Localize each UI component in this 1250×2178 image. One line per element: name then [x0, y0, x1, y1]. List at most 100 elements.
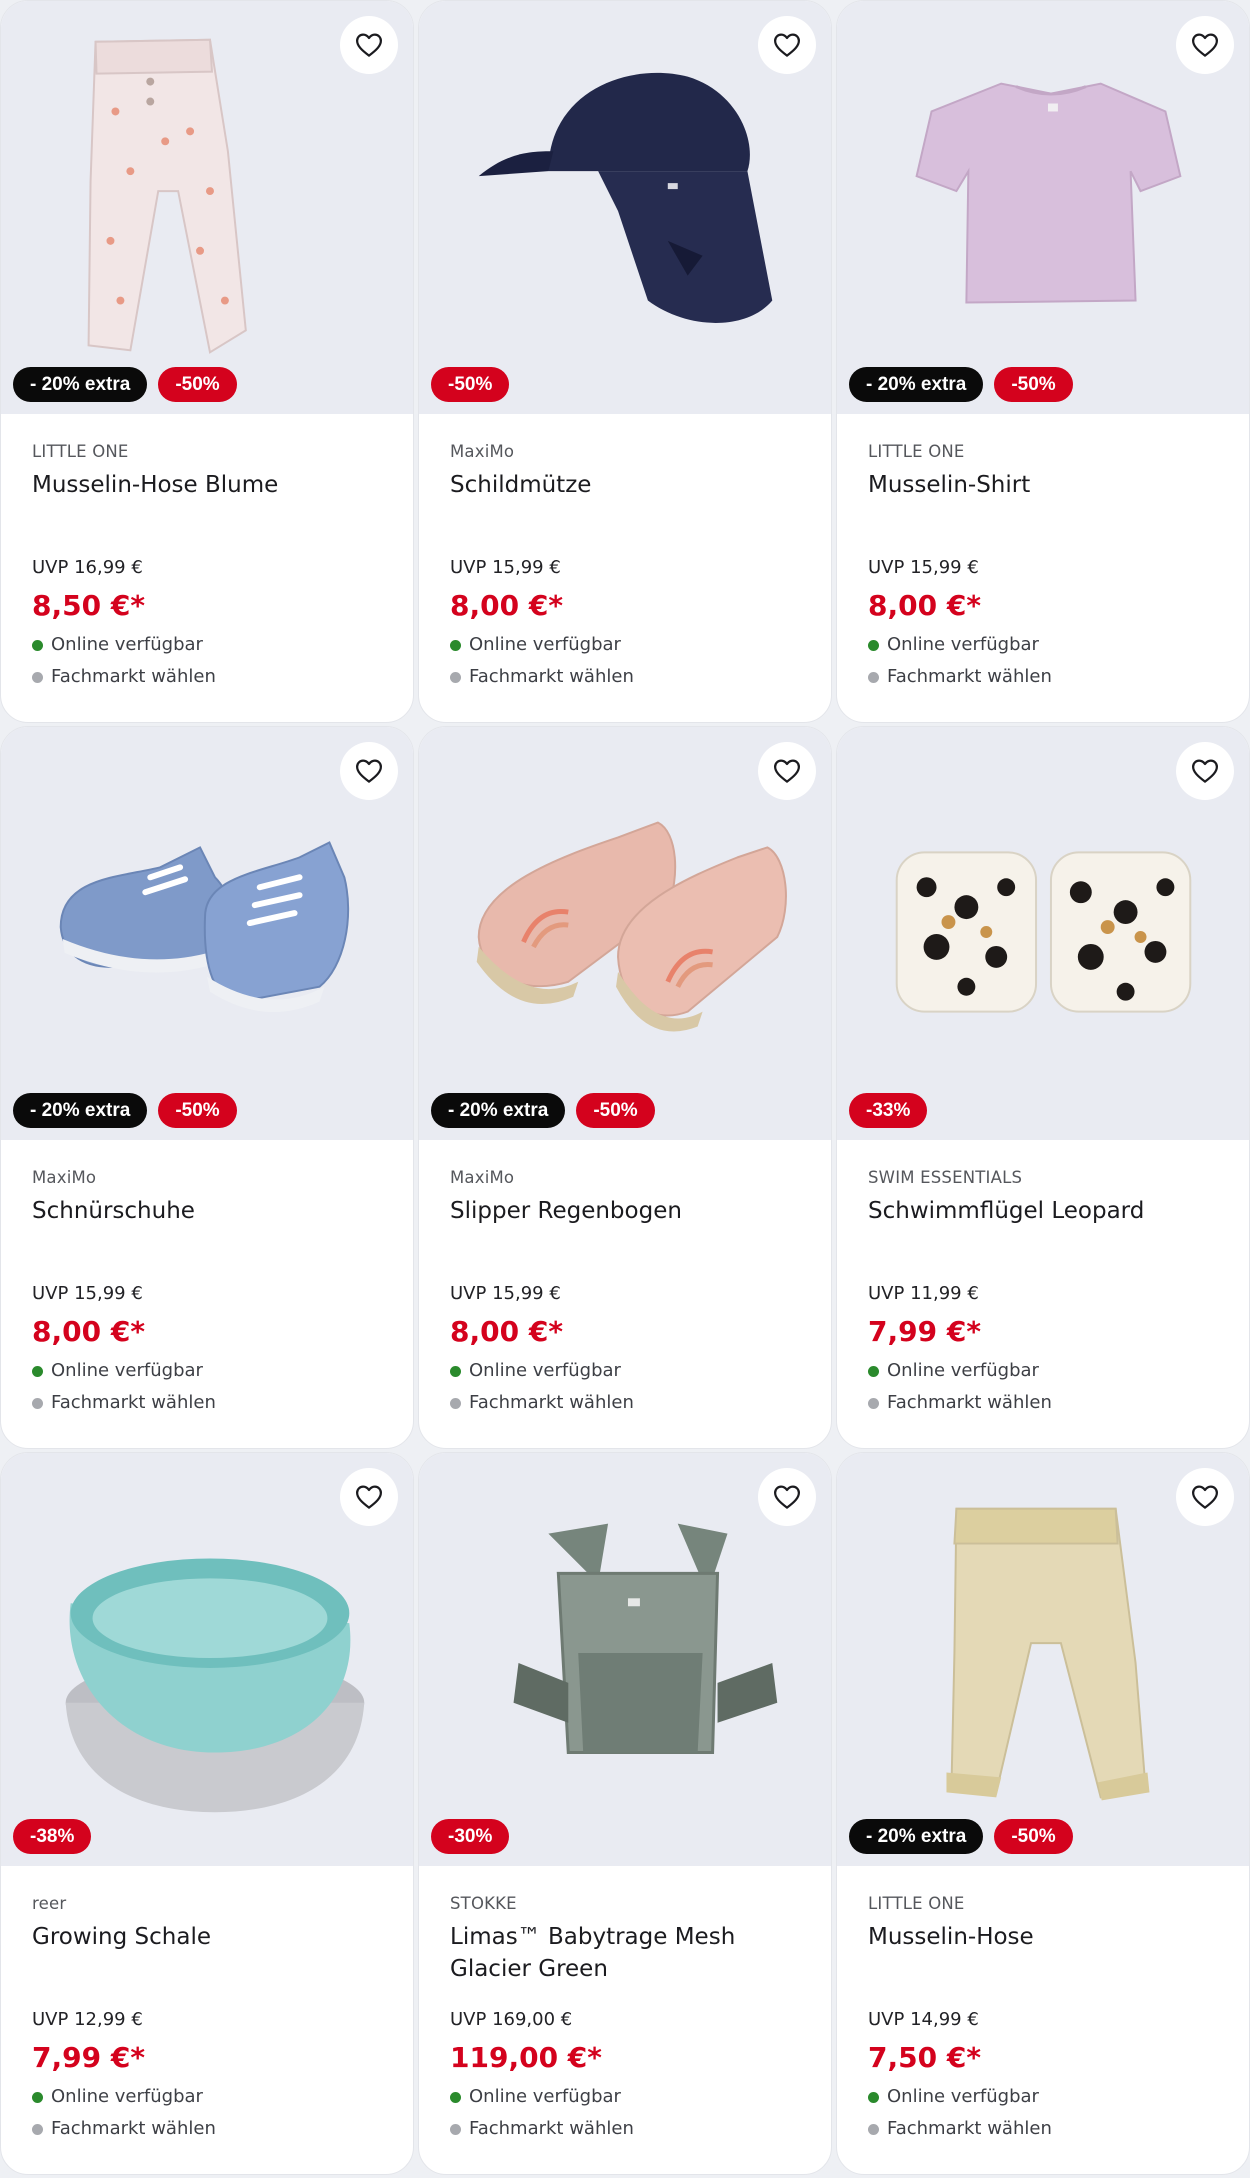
favorite-button[interactable] [1176, 16, 1234, 74]
favorite-button[interactable] [340, 742, 398, 800]
store-select-label[interactable]: Fachmarkt wählen [469, 1387, 634, 1419]
product-image[interactable]: -33% [837, 727, 1249, 1140]
store-select[interactable]: Fachmarkt wählen [32, 661, 382, 693]
online-status-dot [32, 1365, 43, 1377]
product-uvp: UVP 11,99 € [868, 1283, 979, 1304]
online-availability: Online verfügbar [868, 2081, 1218, 2113]
product-brand: SWIM ESSENTIALS [868, 1168, 1023, 1187]
product-card[interactable]: -33% SWIM ESSENTIALS Schwimmflügel Leopa… [836, 726, 1250, 1449]
product-price: 8,00 €* [450, 589, 563, 622]
store-select-label[interactable]: Fachmarkt wählen [51, 2113, 216, 2145]
product-price: 8,00 €* [32, 1315, 145, 1348]
heart-outline-icon [774, 759, 800, 783]
product-card[interactable]: - 20% extra -50% MaxiMo Slipper Regenboge… [418, 726, 832, 1449]
sale-badge: -38% [13, 1819, 92, 1854]
sale-badge: -50% [576, 1093, 655, 1128]
product-name[interactable]: Slipper Regenbogen [450, 1195, 800, 1281]
extra-discount-badge: - 20% extra [13, 1093, 148, 1128]
product-uvp: UVP 15,99 € [450, 557, 561, 578]
product-price: 8,00 €* [450, 1315, 563, 1348]
store-select-label[interactable]: Fachmarkt wählen [887, 661, 1052, 693]
product-image[interactable]: - 20% extra -50% [1, 727, 413, 1140]
product-name[interactable]: Schwimmflügel Leopard [868, 1195, 1218, 1281]
store-status-dot [32, 2123, 43, 2135]
product-image[interactable]: -30% [419, 1453, 831, 1866]
product-name[interactable]: Growing Schale [32, 1921, 382, 2007]
product-name[interactable]: Musselin-Hose [868, 1921, 1218, 2007]
product-grid: - 20% extra -50% LITTLE ONE Musselin-Hose… [0, 0, 1250, 2178]
product-card[interactable]: - 20% extra -50% MaxiMo Schnürschuhe UVP … [0, 726, 414, 1449]
store-select[interactable]: Fachmarkt wählen [450, 661, 800, 693]
online-availability: Online verfügbar [32, 2081, 382, 2113]
product-image[interactable]: -50% [419, 1, 831, 414]
store-select[interactable]: Fachmarkt wählen [32, 2113, 382, 2145]
product-info: LITTLE ONE Musselin-Hose UVP 14,99 € 7,5… [837, 1866, 1249, 2145]
product-card[interactable]: - 20% extra -50% LITTLE ONE Musselin-Hose… [836, 1452, 1250, 2175]
product-card[interactable]: - 20% extra -50% LITTLE ONE Musselin-Shir… [836, 0, 1250, 723]
product-image[interactable]: - 20% extra -50% [837, 1, 1249, 414]
heart-outline-icon [356, 1485, 382, 1509]
store-select[interactable]: Fachmarkt wählen [868, 1387, 1218, 1419]
online-availability-label: Online verfügbar [51, 1360, 203, 1381]
product-image[interactable]: - 20% extra -50% [419, 727, 831, 1140]
store-status-dot [450, 2123, 461, 2135]
heart-outline-icon [356, 33, 382, 57]
favorite-button[interactable] [758, 742, 816, 800]
store-select-label[interactable]: Fachmarkt wählen [469, 661, 634, 693]
product-card[interactable]: -38% reer Growing Schale UVP 12,99 € 7,9… [0, 1452, 414, 2175]
product-info: reer Growing Schale UVP 12,99 € 7,99 €* … [1, 1866, 413, 2145]
product-brand: STOKKE [450, 1894, 517, 1913]
store-select-label[interactable]: Fachmarkt wählen [469, 2113, 634, 2145]
product-uvp: UVP 12,99 € [32, 2009, 143, 2030]
product-info: MaxiMo Slipper Regenbogen UVP 15,99 € 8,… [419, 1140, 831, 1419]
store-status-dot [32, 1397, 43, 1409]
online-availability: Online verfügbar [868, 1355, 1218, 1387]
store-select-label[interactable]: Fachmarkt wählen [887, 1387, 1052, 1419]
online-status-dot [868, 1365, 879, 1377]
store-select[interactable]: Fachmarkt wählen [450, 2113, 800, 2145]
product-name[interactable]: Musselin-Shirt [868, 469, 1218, 555]
product-name[interactable]: Limas™ Babytrage Mesh Glacier Green [450, 1921, 800, 2007]
online-availability-label: Online verfügbar [51, 634, 203, 655]
discount-badges: -38% [13, 1819, 92, 1854]
product-brand: LITTLE ONE [868, 1894, 965, 1913]
favorite-button[interactable] [758, 16, 816, 74]
product-card[interactable]: -30% STOKKE Limas™ Babytrage Mesh Glacie… [418, 1452, 832, 2175]
product-name[interactable]: Schnürschuhe [32, 1195, 382, 1281]
heart-outline-icon [1192, 1485, 1218, 1509]
product-card[interactable]: - 20% extra -50% LITTLE ONE Musselin-Hose… [0, 0, 414, 723]
online-status-dot [32, 639, 43, 651]
heart-outline-icon [1192, 33, 1218, 57]
product-price: 119,00 €* [450, 2041, 602, 2074]
discount-badges: - 20% extra -50% [431, 1093, 655, 1128]
store-status-dot [450, 671, 461, 683]
store-select[interactable]: Fachmarkt wählen [32, 1387, 382, 1419]
extra-discount-badge: - 20% extra [13, 367, 148, 402]
online-availability-label: Online verfügbar [887, 1360, 1039, 1381]
product-image[interactable]: - 20% extra -50% [837, 1453, 1249, 1866]
heart-outline-icon [774, 1485, 800, 1509]
product-brand: MaxiMo [32, 1168, 97, 1187]
discount-badges: - 20% extra -50% [13, 367, 237, 402]
product-image[interactable]: -38% [1, 1453, 413, 1866]
store-select[interactable]: Fachmarkt wählen [450, 1387, 800, 1419]
product-info: MaxiMo Schnürschuhe UVP 15,99 € 8,00 €* … [1, 1140, 413, 1419]
sale-badge: -33% [849, 1093, 928, 1128]
product-image[interactable]: - 20% extra -50% [1, 1, 413, 414]
product-uvp: UVP 15,99 € [450, 1283, 561, 1304]
store-select-label[interactable]: Fachmarkt wählen [51, 1387, 216, 1419]
favorite-button[interactable] [758, 1468, 816, 1526]
favorite-button[interactable] [340, 16, 398, 74]
product-card[interactable]: -50% MaxiMo Schildmütze UVP 15,99 € 8,00… [418, 0, 832, 723]
store-select[interactable]: Fachmarkt wählen [868, 2113, 1218, 2145]
store-select-label[interactable]: Fachmarkt wählen [51, 661, 216, 693]
favorite-button[interactable] [1176, 1468, 1234, 1526]
favorite-button[interactable] [340, 1468, 398, 1526]
store-select[interactable]: Fachmarkt wählen [868, 661, 1218, 693]
favorite-button[interactable] [1176, 742, 1234, 800]
store-select-label[interactable]: Fachmarkt wählen [887, 2113, 1052, 2145]
product-name[interactable]: Schildmütze [450, 469, 800, 555]
discount-badges: - 20% extra -50% [849, 1819, 1073, 1854]
online-availability: Online verfügbar [450, 2081, 800, 2113]
product-name[interactable]: Musselin-Hose Blume [32, 469, 382, 555]
